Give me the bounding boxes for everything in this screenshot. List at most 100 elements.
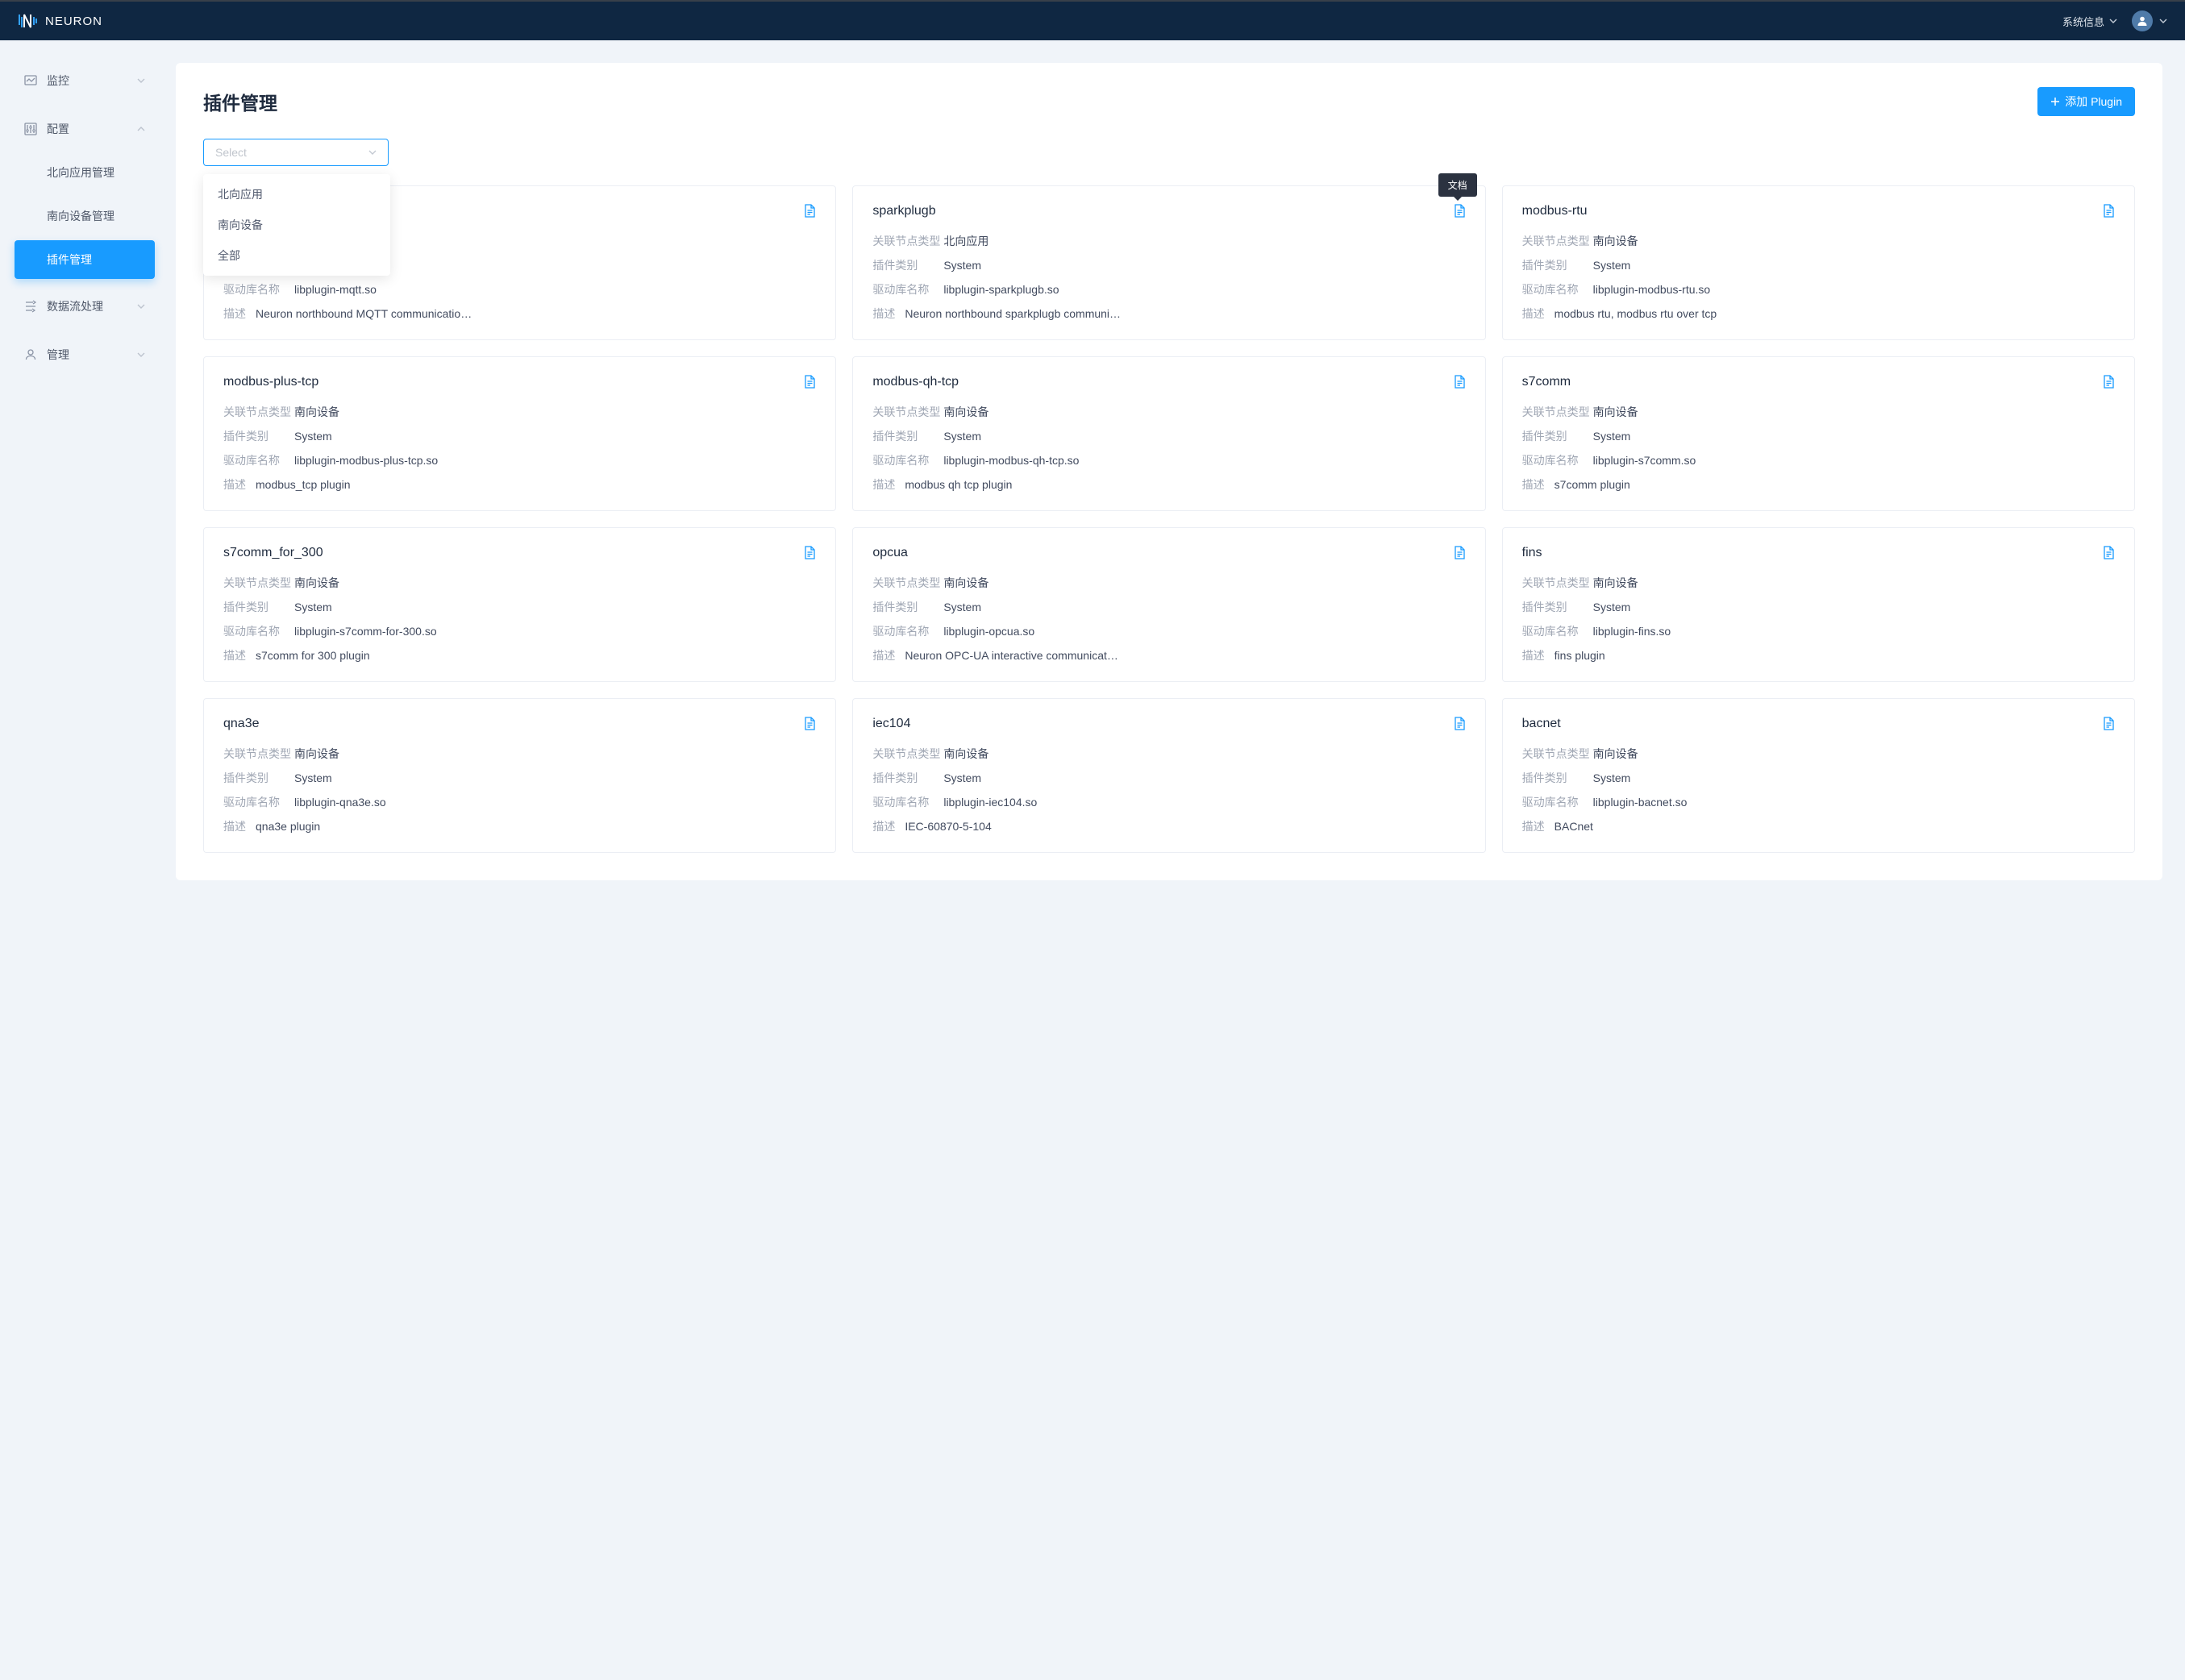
row-value: modbus rtu, modbus rtu over tcp [1554,307,1717,320]
sidebar-item-manage[interactable]: 管理 [15,339,155,371]
card-header: modbus-rtu [1522,204,2115,220]
row-value: 南向设备 [294,746,339,762]
card-header: modbus-plus-tcp [223,375,816,391]
row-label: 关联节点类型 [223,746,294,762]
card-row-lib: 驱动库名称libplugin-s7comm-for-300.so [223,623,816,639]
plugin-card: iec104关联节点类型南向设备插件类别System驱动库名称libplugin… [852,698,1485,853]
plugin-name: s7comm [1522,375,1571,389]
dataflow-icon [24,300,37,313]
doc-icon[interactable] [1454,375,1466,391]
row-value: System [943,259,981,272]
doc-icon[interactable] [2103,717,2115,733]
chevron-down-icon [2109,19,2117,23]
row-label: 驱动库名称 [223,452,294,468]
row-value: libplugin-s7comm.so [1593,454,1696,467]
row-value: libplugin-bacnet.so [1593,796,1688,809]
card-row-node-type: 关联节点类型南向设备 [1522,233,2115,249]
card-row-kind: 插件类别System [872,599,1465,615]
add-plugin-button[interactable]: 添加 Plugin [2037,87,2135,116]
row-value: libplugin-opcua.so [943,625,1034,638]
page-title: 插件管理 [203,88,277,115]
card-row-desc: 描述BACnet [1522,818,2115,834]
card-row-node-type: 关联节点类型南向设备 [223,746,816,762]
doc-icon[interactable] [804,717,816,733]
sidebar-item-monitor[interactable]: 监控 [15,64,155,97]
card-row-lib: 驱动库名称libplugin-iec104.so [872,794,1465,810]
row-label: 插件类别 [872,257,943,273]
card-row-node-type: 关联节点类型南向设备 [1522,746,2115,762]
doc-icon[interactable] [804,204,816,220]
plugin-card: s7comm_for_300关联节点类型南向设备插件类别System驱动库名称l… [203,527,836,682]
row-value: 南向设备 [943,575,988,591]
row-value: System [294,430,332,443]
card-row-lib: 驱动库名称libplugin-modbus-plus-tcp.so [223,452,816,468]
row-label: 关联节点类型 [1522,575,1593,591]
dropdown-option-all[interactable]: 全部 [203,240,390,271]
row-value: modbus_tcp plugin [256,478,351,491]
row-label: 驱动库名称 [872,281,943,297]
row-value: fins plugin [1554,649,1605,662]
row-value: libplugin-mqtt.so [294,283,377,296]
doc-icon[interactable] [804,375,816,391]
row-label: 关联节点类型 [872,575,943,591]
row-label: 驱动库名称 [1522,281,1593,297]
card-row-desc: 描述s7comm for 300 plugin [223,647,816,663]
doc-icon[interactable] [2103,375,2115,391]
card-row-kind: 插件类别System [872,770,1465,786]
doc-icon[interactable] [2103,204,2115,220]
sidebar-item-plugin-mgmt[interactable]: 插件管理 [15,240,155,279]
row-value: libplugin-s7comm-for-300.so [294,625,437,638]
card-header: sparkplugb 文档 [872,204,1465,220]
row-label: 插件类别 [223,770,294,786]
sidebar-item-config[interactable]: 配置 [15,113,155,145]
doc-icon[interactable] [804,546,816,562]
card-row-desc: 描述qna3e plugin [223,818,816,834]
filter-select[interactable]: Select [203,139,389,166]
card-row-node-type: 关联节点类型北向应用 [872,233,1465,249]
row-label: 描述 [872,818,905,834]
avatar [2132,10,2153,31]
card-row-lib: 驱动库名称libplugin-opcua.so [872,623,1465,639]
sidebar-item-dataflow[interactable]: 数据流处理 [15,290,155,322]
plugin-card: fins关联节点类型南向设备插件类别System驱动库名称libplugin-f… [1502,527,2135,682]
logo-area: NEURON [18,13,102,29]
doc-icon[interactable]: 文档 [1454,204,1466,220]
row-label: 描述 [223,818,256,834]
card-row-node-type: 关联节点类型南向设备 [872,575,1465,591]
row-value: 南向设备 [1593,233,1638,249]
card-row-lib: 驱动库名称libplugin-modbus-rtu.so [1522,281,2115,297]
row-value: System [1593,430,1631,443]
row-label: 描述 [872,306,905,322]
card-row-lib: 驱动库名称libplugin-modbus-qh-tcp.so [872,452,1465,468]
brand-name: NEURON [45,15,102,28]
chevron-down-icon [137,352,145,357]
sidebar-item-south-device[interactable]: 南向设备管理 [15,197,155,235]
row-value: libplugin-fins.so [1593,625,1671,638]
sidebar-submenu-config: 北向应用管理 南向设备管理 插件管理 [15,153,155,279]
row-label: 插件类别 [1522,428,1593,444]
row-value: System [943,771,981,784]
row-label: 关联节点类型 [223,575,294,591]
plugin-name: sparkplugb [872,204,935,218]
row-value: 南向设备 [294,404,339,420]
neuron-logo-icon [18,13,37,29]
row-label: 关联节点类型 [1522,746,1593,762]
row-label: 关联节点类型 [1522,404,1593,420]
card-header: qna3e [223,717,816,733]
sidebar-item-north-app[interactable]: 北向应用管理 [15,153,155,192]
doc-icon[interactable] [1454,546,1466,562]
user-menu[interactable] [2132,10,2167,31]
system-info-dropdown[interactable]: 系统信息 [2062,14,2117,29]
row-value: BACnet [1554,820,1593,833]
card-row-kind: 插件类别System [872,257,1465,273]
doc-icon[interactable] [2103,546,2115,562]
row-label: 描述 [1522,647,1554,663]
row-value: s7comm plugin [1554,478,1630,491]
doc-icon[interactable] [1454,717,1466,733]
plugin-card: s7comm关联节点类型南向设备插件类别System驱动库名称libplugin… [1502,356,2135,511]
card-header: opcua [872,546,1465,562]
dropdown-option-north[interactable]: 北向应用 [203,179,390,210]
dropdown-option-south[interactable]: 南向设备 [203,210,390,240]
row-value: System [1593,771,1631,784]
user-manage-icon [24,348,37,361]
